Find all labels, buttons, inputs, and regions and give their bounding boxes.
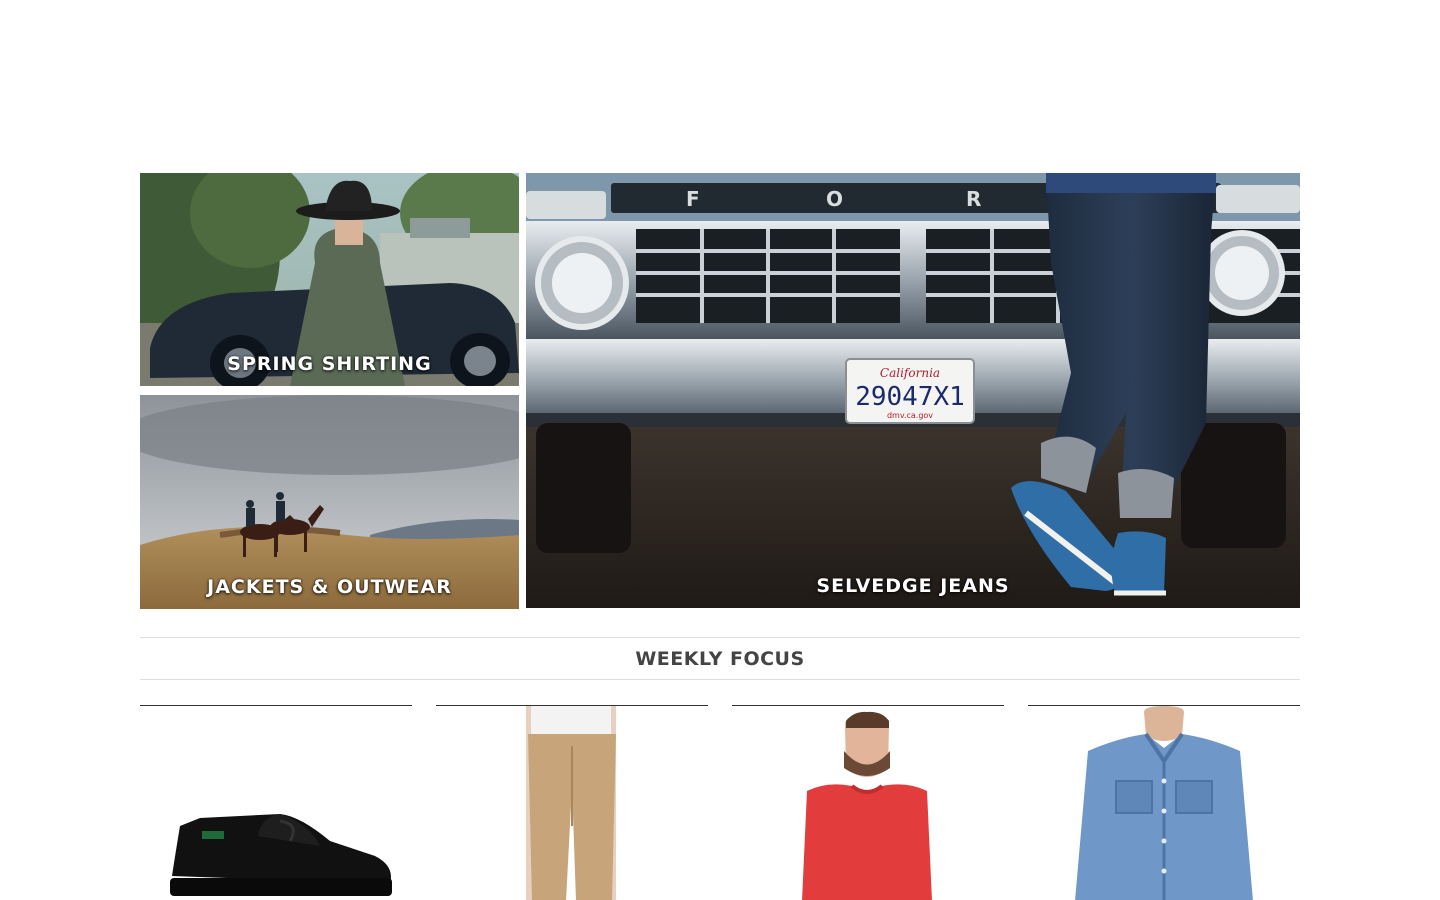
denim-work-shirt-image (1075, 706, 1253, 900)
hero-tile-jackets-outwear[interactable]: JACKETS & OUTWEAR (140, 395, 519, 609)
svg-text:California: California (880, 366, 940, 380)
black-leather-shoe-image (170, 814, 392, 896)
product-card[interactable] (140, 705, 412, 900)
hero-tile-selvedge-jeans[interactable]: F O R California 29047X1 dmv.ca.gov SELV… (526, 173, 1300, 608)
svg-text:dmv.ca.gov: dmv.ca.gov (887, 411, 933, 420)
tile-label: JACKETS & OUTWEAR (207, 576, 452, 598)
svg-text:29047X1: 29047X1 (855, 382, 965, 412)
tile-label: SELVEDGE JEANS (816, 575, 1010, 597)
weekly-focus-heading: WEEKLY FOCUS (140, 637, 1300, 680)
tile-label: SPRING SHIRTING (227, 353, 432, 375)
header-area (0, 0, 1440, 173)
license-plate: California 29047X1 dmv.ca.gov (845, 358, 975, 424)
svg-text:O: O (826, 187, 843, 211)
svg-text:R: R (966, 187, 981, 211)
red-sweatshirt-image (802, 711, 932, 900)
selvedge-jeans-photo: F O R California 29047X1 dmv.ca.gov (526, 173, 1300, 608)
product-card[interactable] (436, 705, 708, 900)
hero-tile-spring-shirting[interactable]: SPRING SHIRTING (140, 173, 519, 386)
product-card[interactable] (732, 705, 1004, 900)
product-card[interactable] (1028, 705, 1300, 900)
svg-text:F: F (686, 187, 700, 211)
khaki-chino-pants-image (526, 706, 616, 900)
